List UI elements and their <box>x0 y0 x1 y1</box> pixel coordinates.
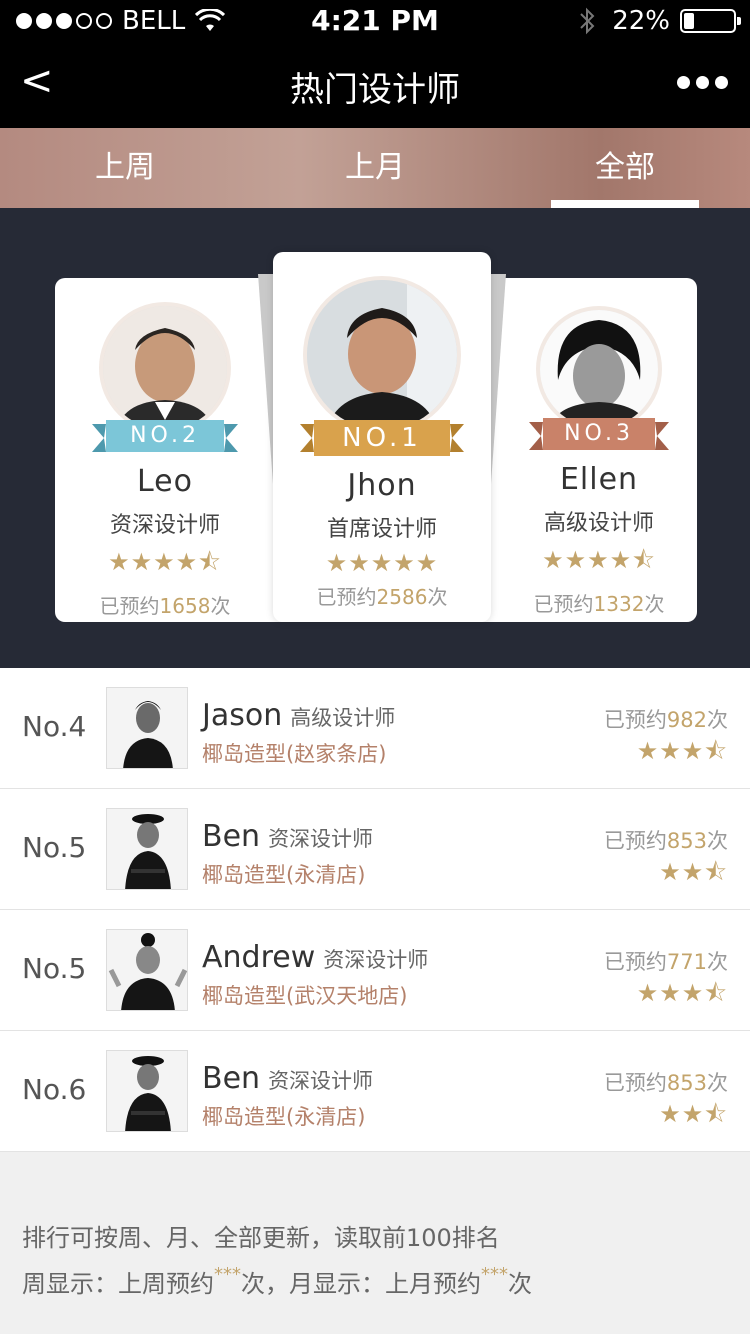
salon-name: 椰岛造型(武汉天地店) <box>202 984 408 1008</box>
rank-ribbon: NO.1 <box>300 420 464 456</box>
designer-title: 首席设计师 <box>326 517 437 542</box>
designer-photo <box>106 808 188 890</box>
booking-count: 已预约771次 <box>603 950 728 974</box>
status-bar: BELL 4:21 PM 22% <box>0 0 750 42</box>
rank-number: No.5 <box>22 831 87 864</box>
page-title: 热门设计师 <box>290 70 460 110</box>
tab-last-month[interactable]: 上月 <box>250 128 500 208</box>
rating-stars: ★★⯪ <box>659 858 728 886</box>
designer-name-line: Ben 资深设计师 <box>202 819 374 854</box>
booking-count: 已预约2586次 <box>316 585 448 609</box>
rating-stars: ★★⯪ <box>659 1100 728 1128</box>
salon-name: 椰岛造型(永清店) <box>202 863 366 887</box>
footer-notes: 排行可按周、月、全部更新，读取前100排名 周显示：上周预约***次，月显示：上… <box>0 1152 750 1334</box>
avatar <box>307 280 457 430</box>
designer-name: Jhon <box>347 468 417 503</box>
rank-number: No.6 <box>22 1073 87 1106</box>
designer-name: Ellen <box>559 462 639 497</box>
rating-stars: ★★★★⯪ <box>542 546 656 574</box>
booking-count: 已预约982次 <box>603 708 728 732</box>
footer-note-2: 周显示：上周预约***次，月显示：上月预约***次 <box>22 1264 532 1298</box>
rating-stars: ★★★⯪ <box>636 979 728 1007</box>
list-item[interactable]: No.6 Ben 资深设计师 椰岛造型(永清店) 已预约853次 ★★⯪ <box>0 1031 750 1152</box>
tab-last-week[interactable]: 上周 <box>0 128 250 208</box>
list-item[interactable]: No.4 Jason 高级设计师 椰岛造型(赵家条店) 已预约982次 ★★★⯪ <box>0 668 750 789</box>
avatar <box>540 310 658 428</box>
booking-count: 已预约1658次 <box>99 594 231 618</box>
designer-name-line: Jason 高级设计师 <box>202 698 396 733</box>
list-item[interactable]: No.5 Ben 资深设计师 椰岛造型(永清店) 已预约853次 ★★⯪ <box>0 789 750 910</box>
rank-number: No.5 <box>22 952 87 985</box>
bluetooth-icon <box>580 7 595 35</box>
podium-designer-2[interactable]: NO.2 Leo 资深设计师 ★★★★⯪ 已预约1658次 <box>70 306 260 619</box>
booking-count: 已预约853次 <box>603 1071 728 1095</box>
salon-name: 椰岛造型(永清店) <box>202 1105 366 1129</box>
rating-stars: ★★★★★ <box>325 549 439 577</box>
rating-stars: ★★★★⯪ <box>108 548 222 576</box>
more-menu-icon[interactable] <box>677 76 728 89</box>
salon-name: 椰岛造型(赵家条店) <box>202 742 387 766</box>
avatar <box>103 306 227 430</box>
designer-name: Leo <box>137 464 193 499</box>
podium-shadow-left <box>258 274 273 484</box>
battery-percent: 22% <box>612 6 670 36</box>
rating-stars: ★★★⯪ <box>636 737 728 765</box>
designer-title: 高级设计师 <box>543 511 654 536</box>
rank-number: No.4 <box>22 710 87 743</box>
battery-icon <box>680 9 741 33</box>
podium-designer-1[interactable]: NO.1 Jhon 首席设计师 ★★★★★ 已预约2586次 <box>287 280 477 610</box>
footer-note-1: 排行可按周、月、全部更新，读取前100排名 <box>22 1224 500 1252</box>
tab-all[interactable]: 全部 <box>500 128 750 208</box>
designer-name-line: Ben 资深设计师 <box>202 1061 374 1096</box>
period-tabs: 上周 上月 全部 <box>0 128 750 208</box>
designer-photo <box>106 1050 188 1132</box>
designer-title: 资深设计师 <box>109 513 220 538</box>
ranking-list: No.4 Jason 高级设计师 椰岛造型(赵家条店) 已预约982次 ★★★⯪ … <box>0 668 750 1152</box>
designer-photo <box>106 687 188 769</box>
designer-photo <box>106 929 188 1011</box>
top-three-podium: NO.2 Leo 资深设计师 ★★★★⯪ 已预约1658次 NO.1 Jhon … <box>0 208 750 668</box>
booking-count: 已预约853次 <box>603 829 728 853</box>
podium-designer-3[interactable]: NO.3 Ellen 高级设计师 ★★★★⯪ 已预约1332次 <box>504 310 694 617</box>
list-item[interactable]: No.5 Andrew 资深设计师 椰岛造型(武汉天地店) 已预约771次 ★★★… <box>0 910 750 1031</box>
rank-ribbon: NO.2 <box>92 420 238 452</box>
rank-ribbon: NO.3 <box>529 418 669 450</box>
status-right: 22% <box>578 6 741 36</box>
designer-name-line: Andrew 资深设计师 <box>202 940 429 975</box>
booking-count: 已预约1332次 <box>533 592 665 616</box>
nav-bar: < 热门设计师 <box>0 42 750 128</box>
